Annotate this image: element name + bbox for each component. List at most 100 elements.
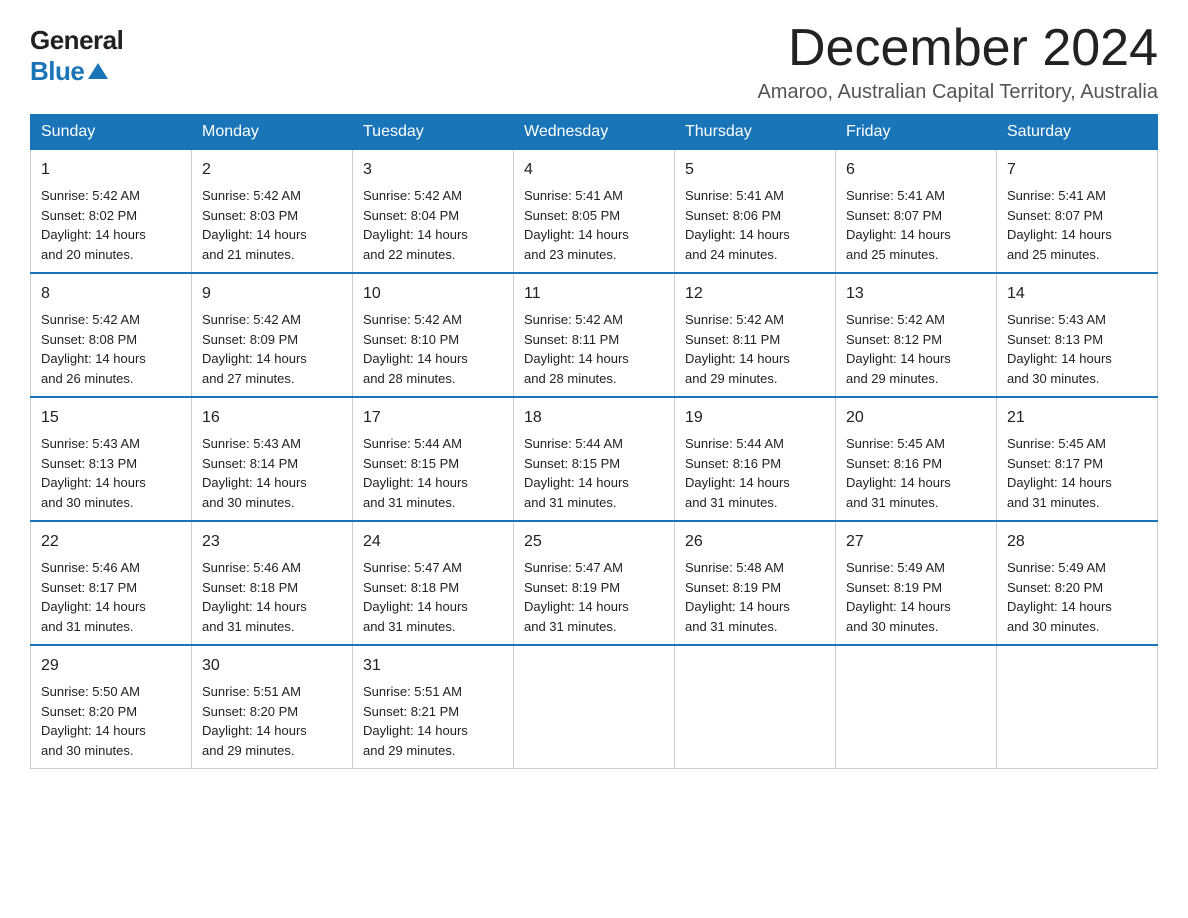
day-info: Sunrise: 5:45 AM Sunset: 8:16 PM Dayligh…: [846, 434, 986, 512]
table-row: 16 Sunrise: 5:43 AM Sunset: 8:14 PM Dayl…: [192, 397, 353, 521]
table-row: 21 Sunrise: 5:45 AM Sunset: 8:17 PM Dayl…: [997, 397, 1158, 521]
day-number: 26: [685, 530, 825, 554]
table-row: [836, 645, 997, 769]
table-row: 17 Sunrise: 5:44 AM Sunset: 8:15 PM Dayl…: [353, 397, 514, 521]
day-info: Sunrise: 5:42 AM Sunset: 8:02 PM Dayligh…: [41, 186, 181, 264]
table-row: 2 Sunrise: 5:42 AM Sunset: 8:03 PM Dayli…: [192, 150, 353, 274]
day-info: Sunrise: 5:42 AM Sunset: 8:04 PM Dayligh…: [363, 186, 503, 264]
table-row: 19 Sunrise: 5:44 AM Sunset: 8:16 PM Dayl…: [675, 397, 836, 521]
day-info: Sunrise: 5:41 AM Sunset: 8:07 PM Dayligh…: [846, 186, 986, 264]
day-info: Sunrise: 5:42 AM Sunset: 8:08 PM Dayligh…: [41, 310, 181, 388]
week-row-2: 8 Sunrise: 5:42 AM Sunset: 8:08 PM Dayli…: [31, 273, 1158, 397]
table-row: 22 Sunrise: 5:46 AM Sunset: 8:17 PM Dayl…: [31, 521, 192, 645]
table-row: 14 Sunrise: 5:43 AM Sunset: 8:13 PM Dayl…: [997, 273, 1158, 397]
table-row: 25 Sunrise: 5:47 AM Sunset: 8:19 PM Dayl…: [514, 521, 675, 645]
day-number: 24: [363, 530, 503, 554]
day-number: 19: [685, 406, 825, 430]
day-info: Sunrise: 5:44 AM Sunset: 8:15 PM Dayligh…: [363, 434, 503, 512]
logo-blue-text: Blue: [30, 56, 108, 87]
day-info: Sunrise: 5:46 AM Sunset: 8:17 PM Dayligh…: [41, 558, 181, 636]
table-row: 4 Sunrise: 5:41 AM Sunset: 8:05 PM Dayli…: [514, 150, 675, 274]
table-row: 15 Sunrise: 5:43 AM Sunset: 8:13 PM Dayl…: [31, 397, 192, 521]
day-number: 28: [1007, 530, 1147, 554]
day-number: 16: [202, 406, 342, 430]
table-row: 8 Sunrise: 5:42 AM Sunset: 8:08 PM Dayli…: [31, 273, 192, 397]
day-info: Sunrise: 5:42 AM Sunset: 8:11 PM Dayligh…: [524, 310, 664, 388]
header-tuesday: Tuesday: [353, 115, 514, 150]
table-row: 11 Sunrise: 5:42 AM Sunset: 8:11 PM Dayl…: [514, 273, 675, 397]
table-row: 29 Sunrise: 5:50 AM Sunset: 8:20 PM Dayl…: [31, 645, 192, 769]
table-row: 9 Sunrise: 5:42 AM Sunset: 8:09 PM Dayli…: [192, 273, 353, 397]
header-thursday: Thursday: [675, 115, 836, 150]
logo-triangle-icon: [88, 63, 108, 79]
weekday-header-row: Sunday Monday Tuesday Wednesday Thursday…: [31, 115, 1158, 150]
table-row: 20 Sunrise: 5:45 AM Sunset: 8:16 PM Dayl…: [836, 397, 997, 521]
header-wednesday: Wednesday: [514, 115, 675, 150]
day-number: 11: [524, 282, 664, 306]
day-number: 2: [202, 158, 342, 182]
day-info: Sunrise: 5:49 AM Sunset: 8:20 PM Dayligh…: [1007, 558, 1147, 636]
day-info: Sunrise: 5:43 AM Sunset: 8:13 PM Dayligh…: [1007, 310, 1147, 388]
day-number: 1: [41, 158, 181, 182]
table-row: [675, 645, 836, 769]
table-row: 7 Sunrise: 5:41 AM Sunset: 8:07 PM Dayli…: [997, 150, 1158, 274]
day-info: Sunrise: 5:42 AM Sunset: 8:03 PM Dayligh…: [202, 186, 342, 264]
week-row-1: 1 Sunrise: 5:42 AM Sunset: 8:02 PM Dayli…: [31, 150, 1158, 274]
day-info: Sunrise: 5:42 AM Sunset: 8:12 PM Dayligh…: [846, 310, 986, 388]
table-row: 18 Sunrise: 5:44 AM Sunset: 8:15 PM Dayl…: [514, 397, 675, 521]
day-number: 21: [1007, 406, 1147, 430]
day-info: Sunrise: 5:41 AM Sunset: 8:06 PM Dayligh…: [685, 186, 825, 264]
day-info: Sunrise: 5:45 AM Sunset: 8:17 PM Dayligh…: [1007, 434, 1147, 512]
day-number: 25: [524, 530, 664, 554]
table-row: [997, 645, 1158, 769]
day-info: Sunrise: 5:47 AM Sunset: 8:18 PM Dayligh…: [363, 558, 503, 636]
table-row: 12 Sunrise: 5:42 AM Sunset: 8:11 PM Dayl…: [675, 273, 836, 397]
header-saturday: Saturday: [997, 115, 1158, 150]
day-number: 27: [846, 530, 986, 554]
table-row: 27 Sunrise: 5:49 AM Sunset: 8:19 PM Dayl…: [836, 521, 997, 645]
week-row-3: 15 Sunrise: 5:43 AM Sunset: 8:13 PM Dayl…: [31, 397, 1158, 521]
day-info: Sunrise: 5:42 AM Sunset: 8:09 PM Dayligh…: [202, 310, 342, 388]
day-info: Sunrise: 5:42 AM Sunset: 8:11 PM Dayligh…: [685, 310, 825, 388]
day-info: Sunrise: 5:43 AM Sunset: 8:14 PM Dayligh…: [202, 434, 342, 512]
day-number: 7: [1007, 158, 1147, 182]
day-info: Sunrise: 5:42 AM Sunset: 8:10 PM Dayligh…: [363, 310, 503, 388]
table-row: 13 Sunrise: 5:42 AM Sunset: 8:12 PM Dayl…: [836, 273, 997, 397]
day-number: 20: [846, 406, 986, 430]
day-number: 10: [363, 282, 503, 306]
day-number: 30: [202, 654, 342, 678]
day-info: Sunrise: 5:41 AM Sunset: 8:05 PM Dayligh…: [524, 186, 664, 264]
day-info: Sunrise: 5:49 AM Sunset: 8:19 PM Dayligh…: [846, 558, 986, 636]
day-number: 23: [202, 530, 342, 554]
table-row: 26 Sunrise: 5:48 AM Sunset: 8:19 PM Dayl…: [675, 521, 836, 645]
table-row: 23 Sunrise: 5:46 AM Sunset: 8:18 PM Dayl…: [192, 521, 353, 645]
table-row: 28 Sunrise: 5:49 AM Sunset: 8:20 PM Dayl…: [997, 521, 1158, 645]
table-row: 10 Sunrise: 5:42 AM Sunset: 8:10 PM Dayl…: [353, 273, 514, 397]
day-info: Sunrise: 5:44 AM Sunset: 8:16 PM Dayligh…: [685, 434, 825, 512]
table-row: 6 Sunrise: 5:41 AM Sunset: 8:07 PM Dayli…: [836, 150, 997, 274]
day-number: 3: [363, 158, 503, 182]
day-number: 6: [846, 158, 986, 182]
table-row: [514, 645, 675, 769]
logo: General Blue: [30, 20, 123, 87]
day-number: 15: [41, 406, 181, 430]
location-title: Amaroo, Australian Capital Territory, Au…: [757, 81, 1158, 104]
day-info: Sunrise: 5:46 AM Sunset: 8:18 PM Dayligh…: [202, 558, 342, 636]
day-number: 4: [524, 158, 664, 182]
day-info: Sunrise: 5:44 AM Sunset: 8:15 PM Dayligh…: [524, 434, 664, 512]
title-block: December 2024 Amaroo, Australian Capital…: [757, 20, 1158, 104]
day-info: Sunrise: 5:51 AM Sunset: 8:21 PM Dayligh…: [363, 682, 503, 760]
day-info: Sunrise: 5:41 AM Sunset: 8:07 PM Dayligh…: [1007, 186, 1147, 264]
page-header: General Blue December 2024 Amaroo, Austr…: [30, 20, 1158, 104]
day-info: Sunrise: 5:51 AM Sunset: 8:20 PM Dayligh…: [202, 682, 342, 760]
table-row: 3 Sunrise: 5:42 AM Sunset: 8:04 PM Dayli…: [353, 150, 514, 274]
day-info: Sunrise: 5:48 AM Sunset: 8:19 PM Dayligh…: [685, 558, 825, 636]
month-title: December 2024: [757, 20, 1158, 77]
day-number: 29: [41, 654, 181, 678]
table-row: 31 Sunrise: 5:51 AM Sunset: 8:21 PM Dayl…: [353, 645, 514, 769]
header-sunday: Sunday: [31, 115, 192, 150]
header-monday: Monday: [192, 115, 353, 150]
day-number: 8: [41, 282, 181, 306]
day-number: 17: [363, 406, 503, 430]
calendar-table: Sunday Monday Tuesday Wednesday Thursday…: [30, 114, 1158, 769]
